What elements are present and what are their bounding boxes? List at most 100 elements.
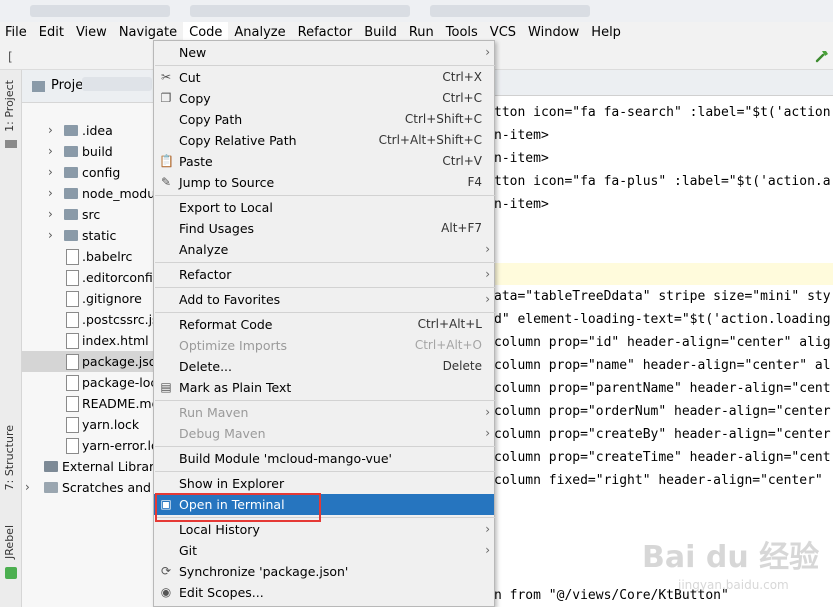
submenu-arrow-icon: › [485,405,490,419]
window-title-bar [0,0,833,22]
scratches-icon [44,482,58,493]
chevron-right-icon[interactable]: › [48,141,58,162]
chevron-right-icon[interactable]: › [48,162,58,183]
tree-item-src[interactable]: › src [22,204,153,225]
chevron-right-icon[interactable]: › [25,477,35,498]
tree-item-label: .idea [82,123,113,138]
jrebel-icon[interactable] [5,567,17,579]
tree-item-readme-md[interactable]: README.md [22,393,153,414]
ctx-item-copy-relative-path[interactable]: Copy Relative Path Ctrl+Alt+Shift+C [154,130,494,151]
ctx-item-local-history[interactable]: Local History › [154,519,494,540]
tree-item-label: build [82,144,113,159]
ctx-item-analyze[interactable]: Analyze › [154,239,494,260]
tree-item-postcssrc-js[interactable]: .postcssrc.js [22,309,153,330]
ctx-item-synchronize-package-json[interactable]: ⟳ Synchronize 'package.json' [154,561,494,582]
menu-window[interactable]: Window [522,22,585,44]
menu-file[interactable]: File [0,22,33,44]
ctx-item-label: Copy Relative Path [179,133,297,148]
tree-item-external-librarie[interactable]: External Librarie [22,456,153,477]
tree-item-label: External Librarie [62,459,153,474]
ctx-item-copy[interactable]: ❐ Copy Ctrl+C [154,88,494,109]
watermark-url: jingyan.baidu.com [678,578,789,592]
ctx-item-label: Analyze [179,242,229,257]
tree-item-gitignore[interactable]: .gitignore [22,288,153,309]
tree-item-index-html[interactable]: index.html [22,330,153,351]
project-tool-icon[interactable] [5,140,17,148]
chevron-right-icon[interactable]: › [48,183,58,204]
tree-item-editorconfig[interactable]: .editorconfig [22,267,153,288]
synchronize-icon: ⟳ [160,564,172,578]
ctx-item-build-module-mcloud-mango-vue[interactable]: Build Module 'mcloud-mango-vue' [154,448,494,469]
chevron-right-icon[interactable]: › [48,225,58,246]
ctx-item-label: Build Module 'mcloud-mango-vue' [179,451,392,466]
tree-item-config[interactable]: › config [22,162,153,183]
ctx-item-label: Debug Maven [179,426,266,441]
tree-item-package-json[interactable]: package.json [22,351,153,372]
ctx-item-add-to-favorites[interactable]: Add to Favorites › [154,289,494,310]
ctx-item-copy-path[interactable]: Copy Path Ctrl+Shift+C [154,109,494,130]
file-icon [66,354,79,370]
ctx-item-debug-maven: Debug Maven › [154,423,494,444]
tree-item-babelrc[interactable]: .babelrc [22,246,153,267]
code-line: n-item> [494,197,549,212]
tree-item-build[interactable]: › build [22,141,153,162]
code-line: n-item> [494,128,549,143]
ctx-item-refactor[interactable]: Refactor › [154,264,494,285]
file-icon [66,312,79,328]
tree-item-label: index.html [82,333,149,348]
ctx-item-optimize-imports: Optimize Imports Ctrl+Alt+O [154,335,494,356]
tree-item-yarn-error-lo[interactable]: yarn-error.lo [22,435,153,456]
ctx-item-git[interactable]: Git › [154,540,494,561]
ctx-item-reformat-code[interactable]: Reformat Code Ctrl+Alt+L [154,314,494,335]
menu-edit[interactable]: Edit [33,22,70,44]
ctx-item-find-usages[interactable]: Find Usages Alt+F7 [154,218,494,239]
tree-item-label: yarn-error.lo [82,438,153,453]
tree-item-label: Scratches and C [62,480,153,495]
edit-scopes-icon: ◉ [160,585,172,599]
tree-item-yarn-lock[interactable]: yarn.lock [22,414,153,435]
structure-tool-tab[interactable]: 7: Structure [3,425,16,490]
tree-item-static[interactable]: › static [22,225,153,246]
ctx-item-cut[interactable]: ✂ Cut Ctrl+X [154,67,494,88]
ctx-item-show-in-explorer[interactable]: Show in Explorer [154,473,494,494]
tree-item-scratches-and-c[interactable]: › Scratches and C [22,477,153,498]
menu-view[interactable]: View [70,22,113,44]
ctx-item-label: Cut [179,70,201,85]
build-hammer-icon[interactable] [814,48,830,64]
ctx-item-mark-as-plain-text[interactable]: ▤ Mark as Plain Text [154,377,494,398]
ctx-item-label: New [179,45,207,60]
ctx-item-export-to-local[interactable]: Export to Local [154,197,494,218]
code-line: column prop="parentName" header-align="c… [494,381,831,396]
ctx-item-label: Run Maven [179,405,249,420]
paste-icon: 📋 [159,154,174,168]
submenu-arrow-icon: › [485,522,490,536]
tree-item-label: static [82,228,117,243]
watermark-brand: Bai du 经验 [642,540,820,575]
submenu-arrow-icon: › [485,242,490,256]
menu-separator [155,446,495,447]
ctx-item-shortcut: Ctrl+Alt+L [417,317,482,331]
ctx-item-delete[interactable]: Delete... Delete [154,356,494,377]
ctx-item-paste[interactable]: 📋 Paste Ctrl+V [154,151,494,172]
ctx-item-label: Jump to Source [179,175,275,190]
chevron-right-icon[interactable]: › [48,204,58,225]
ctx-item-label: Delete... [179,359,232,374]
file-icon [66,291,79,307]
tree-item-package-lock[interactable]: package-lock [22,372,153,393]
code-line: column prop="orderNum" header-align="cen… [494,404,831,419]
project-tool-tab[interactable]: 1: Project [3,80,16,132]
project-tree: › .idea › build › config › node_modul › src › stati… [22,70,153,607]
code-line: tton icon="fa fa-search" :label="$t('act… [494,105,831,120]
menu-help[interactable]: Help [585,22,627,44]
chevron-right-icon[interactable]: › [48,120,58,141]
jrebel-tool-tab[interactable]: JRebel [3,525,16,559]
tree-item-node-modul[interactable]: › node_modul [22,183,153,204]
tree-item-idea[interactable]: › .idea [22,120,153,141]
ctx-item-jump-to-source[interactable]: ✎ Jump to Source F4 [154,172,494,193]
ctx-item-new[interactable]: New › [154,42,494,63]
file-icon [66,438,79,454]
tree-item-label: README.md [82,396,153,411]
ctx-item-edit-scopes[interactable]: ◉ Edit Scopes... [154,582,494,603]
ctx-item-label: Git [179,543,198,558]
ctx-item-label: Find Usages [179,221,255,236]
